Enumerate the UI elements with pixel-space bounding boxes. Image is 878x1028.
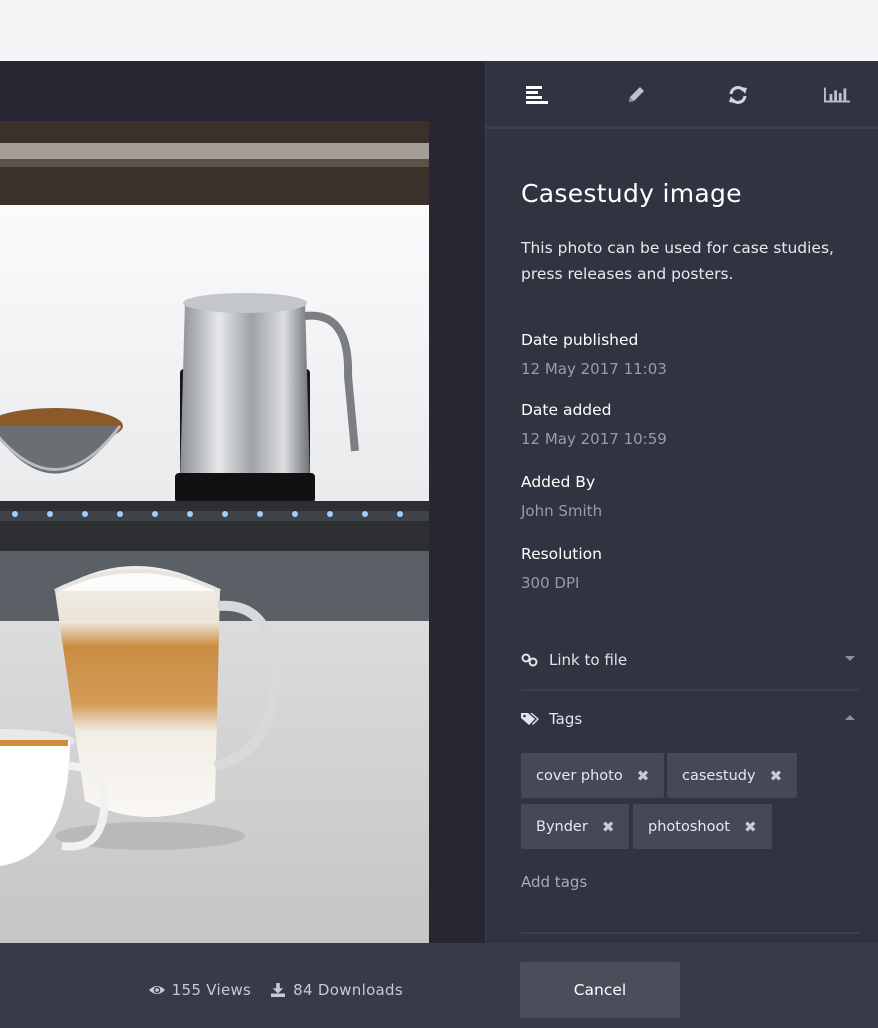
tag-chip: casestudy ✖ — [667, 753, 798, 798]
asset-description: This photo can be used for case studies,… — [521, 239, 834, 283]
meta-value-resolution: 300 DPI — [521, 574, 580, 592]
asset-preview-image — [0, 121, 429, 959]
link-icon — [521, 653, 538, 667]
tab-details[interactable] — [524, 83, 550, 107]
asset-details-panel: Casestudy image This photo can be used f… — [485, 61, 878, 1028]
tab-analytics[interactable] — [824, 83, 850, 107]
tag-label: cover photo — [536, 767, 623, 784]
viewer-footer: 155 Views 84 Downloads — [0, 943, 485, 1028]
refresh-icon — [729, 86, 747, 104]
meta-value-date-added: 12 May 2017 10:59 — [521, 430, 667, 448]
meta-label-added-by: Added By — [521, 473, 596, 491]
tag-label: Bynder — [536, 818, 588, 835]
tab-versions[interactable] — [725, 83, 751, 107]
pencil-icon — [629, 87, 644, 102]
divider — [521, 689, 859, 691]
link-to-file-toggle[interactable]: Link to file — [521, 640, 859, 680]
remove-tag-icon[interactable]: ✖ — [637, 767, 650, 785]
remove-tag-icon[interactable]: ✖ — [770, 767, 783, 785]
asset-stats: 155 Views 84 Downloads — [148, 981, 403, 999]
meta-label-date-published: Date published — [521, 331, 639, 349]
meta-label-date-added: Date added — [521, 401, 612, 419]
tags-icon — [521, 713, 539, 725]
meta-value-date-published: 12 May 2017 11:03 — [521, 360, 667, 378]
meta-label-resolution: Resolution — [521, 545, 602, 563]
meta-value-added-by: John Smith — [521, 502, 603, 520]
tags-toggle[interactable]: Tags — [521, 699, 859, 739]
image-viewer — [0, 61, 485, 959]
panel-footer: Cancel — [486, 943, 878, 1028]
chevron-up-icon — [845, 715, 855, 720]
divider — [521, 932, 859, 934]
tag-chip: Bynder ✖ — [521, 804, 630, 849]
tag-label: photoshoot — [648, 818, 730, 835]
add-tags-input[interactable]: Add tags — [521, 873, 587, 891]
remove-tag-icon[interactable]: ✖ — [602, 818, 615, 836]
tag-chip: cover photo ✖ — [521, 753, 665, 798]
bar-chart-icon — [824, 87, 850, 103]
asset-title: Casestudy image — [521, 179, 742, 208]
download-icon — [271, 983, 286, 997]
cancel-button[interactable]: Cancel — [520, 962, 680, 1018]
tags-label: Tags — [549, 710, 583, 728]
eye-icon — [148, 986, 165, 994]
tag-chip: photoshoot ✖ — [633, 804, 772, 849]
chevron-down-icon — [845, 656, 855, 661]
align-left-icon — [526, 86, 548, 104]
panel-tabs — [486, 61, 878, 129]
tag-label: casestudy — [682, 767, 756, 784]
link-to-file-label: Link to file — [549, 651, 628, 669]
downloads-count: 84 Downloads — [293, 981, 403, 999]
tab-edit[interactable] — [623, 83, 649, 107]
remove-tag-icon[interactable]: ✖ — [744, 818, 757, 836]
top-bar — [0, 0, 878, 61]
views-count: 155 Views — [171, 981, 252, 999]
